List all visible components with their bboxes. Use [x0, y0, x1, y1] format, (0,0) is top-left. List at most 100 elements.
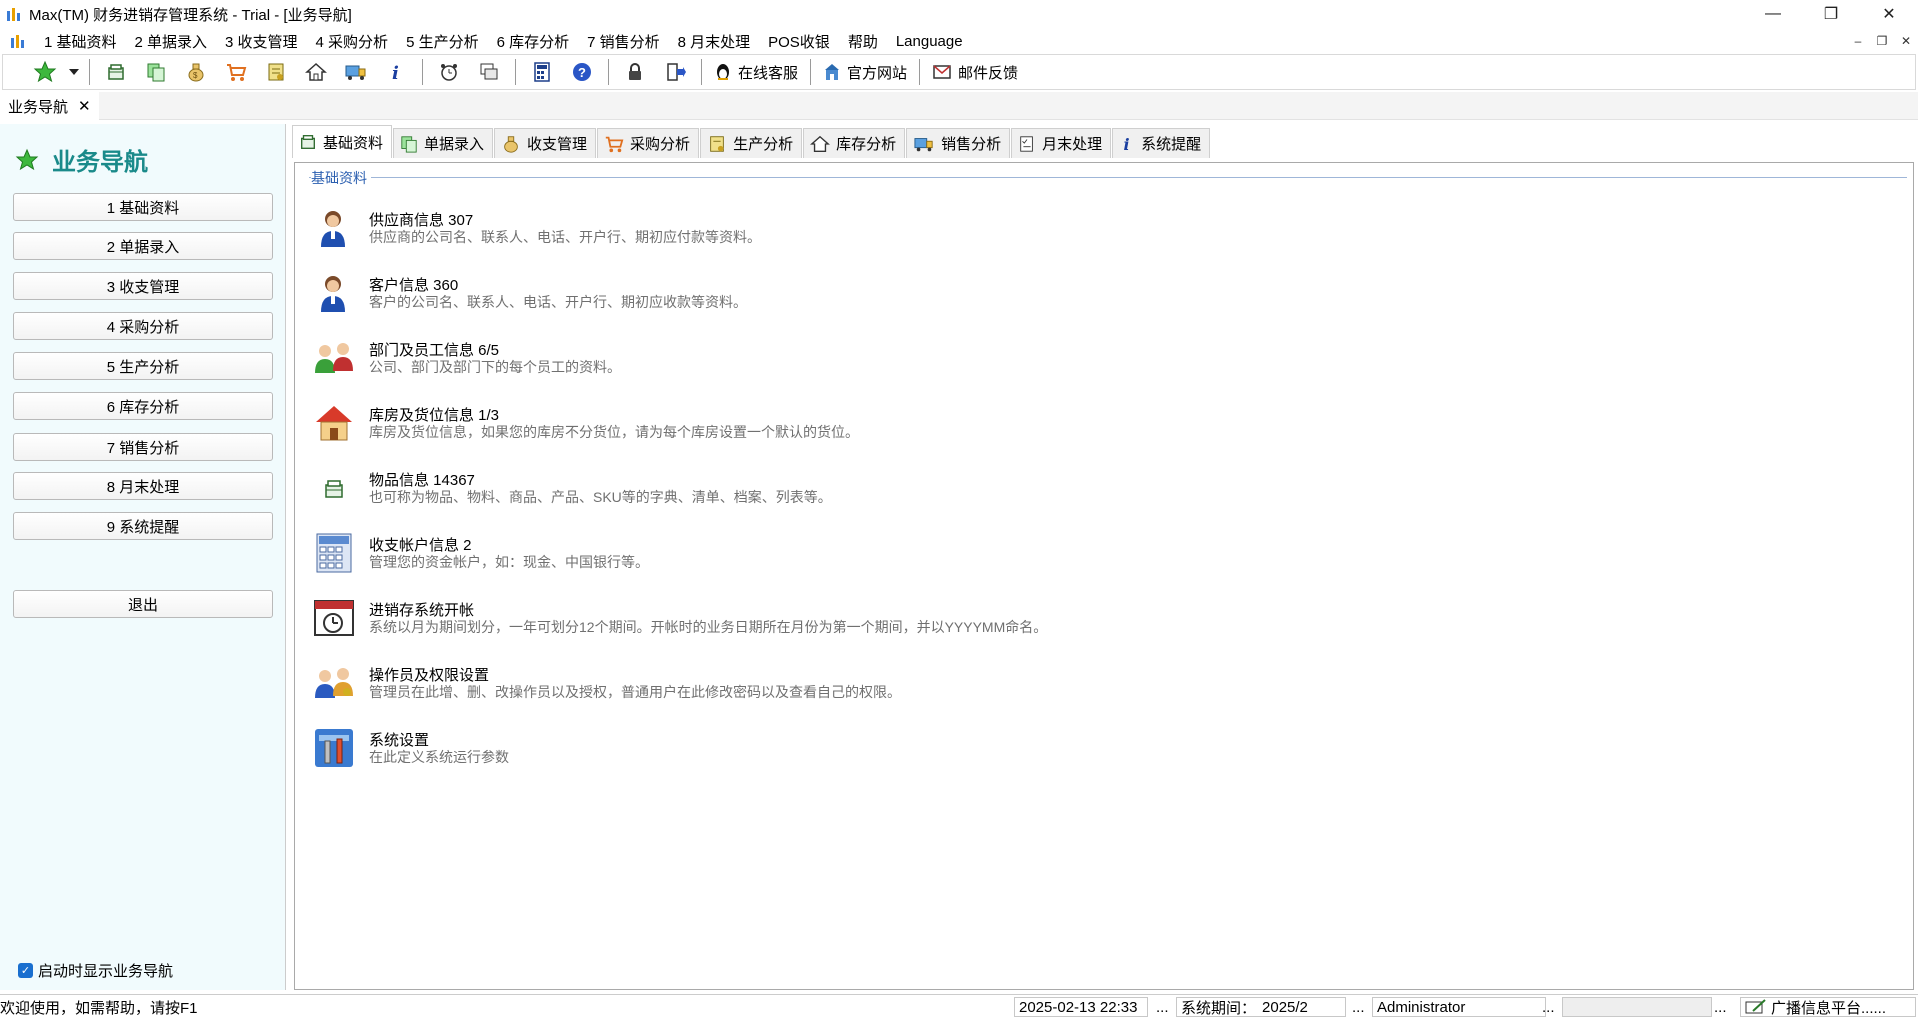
period-label: 系统期间：: [1181, 999, 1257, 1017]
tab-sales-analysis[interactable]: 销售分析: [906, 128, 1011, 158]
toolbar-help-button[interactable]: ?: [562, 57, 602, 87]
period-value: 2025/2: [1262, 998, 1308, 1016]
tab-label: 单据录入: [424, 136, 485, 153]
module-tab-strip: 基础资料 单据录入 收支管理 采购分析 生产分析 库存分析 销售分析 月末处理: [292, 124, 1211, 158]
money-bag-icon: [504, 135, 518, 153]
nav-button-document-entry[interactable]: 2 单据录入: [13, 232, 273, 260]
nav-button-month-end[interactable]: 8 月末处理: [13, 472, 273, 500]
svg-text:$: $: [193, 71, 198, 80]
tab-basic-data[interactable]: 基础资料: [292, 125, 393, 158]
document-tab-business-nav[interactable]: 业务导航 ✕: [0, 92, 99, 120]
tab-month-end[interactable]: 月末处理: [1011, 128, 1112, 158]
minimize-button[interactable]: —: [1744, 0, 1802, 28]
cart-icon: [605, 136, 624, 152]
mdi-minimize-button[interactable]: –: [1850, 32, 1866, 50]
period-more-button[interactable]: ...: [1352, 997, 1365, 1017]
broadcast-platform-button[interactable]: 广播信息平台......: [1740, 997, 1916, 1017]
toolbar-sales-button[interactable]: [336, 57, 376, 87]
close-button[interactable]: ✕: [1860, 0, 1918, 28]
toolbar-separator: [422, 59, 423, 85]
tab-purchase-analysis[interactable]: 采购分析: [597, 128, 700, 158]
nav-button-system-reminder[interactable]: 9 系统提醒: [13, 512, 273, 540]
favorites-button[interactable]: [25, 57, 65, 87]
toolbar-alarm-button[interactable]: [429, 57, 469, 87]
user-more-button[interactable]: ...: [1542, 997, 1555, 1017]
email-feedback-button[interactable]: 邮件反馈: [926, 57, 1024, 87]
box-icon: [325, 480, 343, 498]
favorites-dropdown-button[interactable]: [65, 57, 83, 87]
show-nav-on-startup-checkbox[interactable]: ✓ 启动时显示业务导航: [18, 960, 173, 981]
menu-help[interactable]: 帮助: [839, 31, 887, 52]
nav-button-purchase-analysis[interactable]: 4 采购分析: [13, 312, 273, 340]
close-tab-icon[interactable]: ✕: [78, 97, 91, 115]
checkbox-checked-icon[interactable]: ✓: [18, 963, 33, 978]
svg-text:?: ?: [578, 65, 586, 80]
customer-info-item[interactable]: 客户信息 360 客户的公司名、联系人、电话、开户行、期初应收款等资料。: [313, 268, 1213, 318]
menu-basic-data[interactable]: 1 基础资料: [35, 31, 126, 52]
menu-purchase-analysis[interactable]: 4 采购分析: [307, 31, 398, 52]
nav-button-income-expense[interactable]: 3 收支管理: [13, 272, 273, 300]
mdi-close-button[interactable]: ✕: [1898, 32, 1914, 50]
menu-pos[interactable]: POS收银: [759, 31, 839, 52]
tab-production-analysis[interactable]: 生产分析: [700, 128, 803, 158]
restore-button[interactable]: ❐: [1802, 0, 1860, 28]
documents-icon: [147, 63, 165, 82]
group-label: 基础资料: [311, 168, 371, 188]
toolbar-inventory-button[interactable]: [296, 57, 336, 87]
official-site-button[interactable]: 官方网站: [817, 57, 913, 87]
house-icon: [316, 406, 352, 441]
star-icon: [33, 60, 57, 83]
toolbar-production-button[interactable]: [256, 57, 296, 87]
nav-button-sales-analysis[interactable]: 7 销售分析: [13, 433, 273, 461]
item-description: 管理员在此增、删、改操作员以及授权，普通用户在此修改密码以及查看自己的权限。: [369, 684, 901, 700]
menu-month-end[interactable]: 8 月末处理: [669, 31, 760, 52]
toolbar-document-entry-button[interactable]: [136, 57, 176, 87]
exit-button[interactable]: 退出: [13, 590, 273, 618]
tab-document-entry[interactable]: 单据录入: [393, 128, 494, 158]
calendar-clock-icon: [314, 600, 354, 636]
toolbar-window-button[interactable]: [469, 57, 509, 87]
nav-button-production-analysis[interactable]: 5 生产分析: [13, 352, 273, 380]
house-icon: [305, 62, 327, 81]
online-service-label: 在线客服: [738, 64, 799, 82]
tab-system-reminder[interactable]: i 系统提醒: [1112, 128, 1211, 158]
operator-permission-item[interactable]: 操作员及权限设置 管理员在此增、删、改操作员以及授权，普通用户在此修改密码以及查…: [313, 658, 1213, 708]
online-service-button[interactable]: 在线客服: [708, 57, 804, 87]
menu-document-entry[interactable]: 2 单据录入: [126, 31, 217, 52]
account-info-item[interactable]: 收支帐户信息 2 管理您的资金帐户，如：现金、中国银行等。: [313, 528, 1213, 578]
tab-label: 生产分析: [733, 136, 794, 153]
item-description: 管理您的资金帐户，如：现金、中国银行等。: [369, 554, 649, 570]
supplier-info-item[interactable]: 供应商信息 307 供应商的公司名、联系人、电话、开户行、期初应付款等资料。: [313, 203, 1213, 253]
toolbar-lock-button[interactable]: [615, 57, 655, 87]
menu-sales-analysis[interactable]: 7 销售分析: [578, 31, 669, 52]
nav-button-inventory-analysis[interactable]: 6 库存分析: [13, 392, 273, 420]
datetime-more-button[interactable]: ...: [1156, 997, 1169, 1017]
menu-production-analysis[interactable]: 5 生产分析: [397, 31, 488, 52]
person-icon: [321, 211, 345, 247]
svg-text:i: i: [1124, 135, 1130, 154]
toolbar-separator: [810, 59, 812, 85]
system-opening-item[interactable]: 进销存系统开帐 系统以月为期间划分，一年可划分12个期间。开帐时的业务日期所在月…: [313, 593, 1213, 643]
tab-inventory-analysis[interactable]: 库存分析: [803, 128, 906, 158]
period-status: 系统期间： 2025/2: [1176, 997, 1346, 1017]
mdi-restore-button[interactable]: ❐: [1874, 32, 1890, 50]
menu-language[interactable]: Language: [887, 33, 972, 50]
help-status: 欢迎使用，如需帮助，请按F1: [0, 999, 198, 1017]
tab-income-expense[interactable]: 收支管理: [494, 128, 597, 158]
toolbar-exit-button[interactable]: [655, 57, 695, 87]
toolbar-info-button[interactable]: i: [376, 57, 416, 87]
system-settings-item[interactable]: 系统设置 在此定义系统运行参数: [313, 723, 1213, 773]
notice-more-button[interactable]: ...: [1714, 997, 1727, 1017]
toolbar-calculator-button[interactable]: [522, 57, 562, 87]
department-employee-item[interactable]: 部门及员工信息 6/5 公司、部门及部门下的每个员工的资料。: [313, 333, 1213, 383]
nav-button-basic-data[interactable]: 1 基础资料: [13, 193, 273, 221]
toolbar-basic-data-button[interactable]: [96, 57, 136, 87]
menu-inventory-analysis[interactable]: 6 库存分析: [488, 31, 579, 52]
item-info-item[interactable]: 物品信息 14367 也可称为物品、物料、商品、产品、SKU等的字典、清单、档案…: [313, 463, 1213, 513]
calculator-icon: [316, 533, 352, 573]
menu-income-expense[interactable]: 3 收支管理: [216, 31, 307, 52]
toolbar-income-expense-button[interactable]: $: [176, 57, 216, 87]
warehouse-location-item[interactable]: 库房及货位信息 1/3 库房及货位信息，如果您的库房不分货位，请为每个库房设置一…: [313, 398, 1213, 448]
app-menu-icon[interactable]: [9, 32, 27, 50]
toolbar-purchase-button[interactable]: [216, 57, 256, 87]
